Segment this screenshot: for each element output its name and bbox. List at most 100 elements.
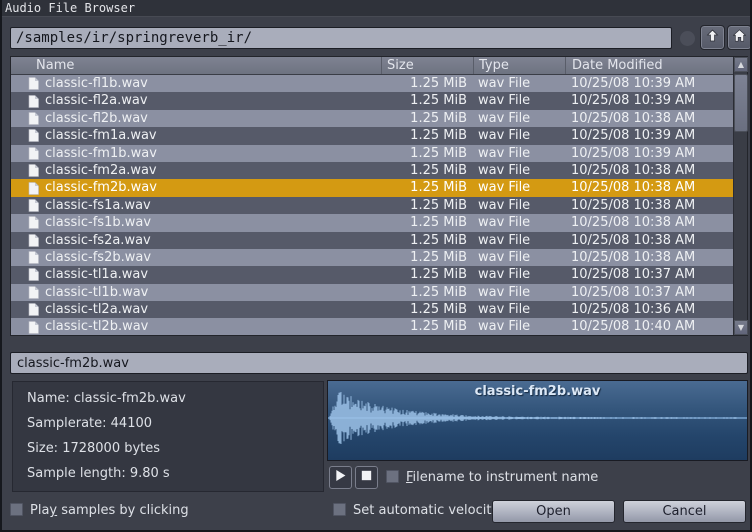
column-header-size[interactable]: Size <box>381 57 473 74</box>
window-title: Audio File Browser <box>2 0 750 17</box>
file-size-cell: 1.25 MiB <box>381 266 473 283</box>
file-name-cell: classic-fm1a.wav <box>11 127 381 144</box>
column-header-name[interactable]: Name <box>11 57 381 74</box>
table-row[interactable]: classic-fm1a.wav1.25 MiBwav File10/25/08… <box>11 127 733 144</box>
file-date-cell: 10/25/08 10:40 AM <box>565 318 733 335</box>
file-icon <box>28 303 39 316</box>
table-row[interactable]: classic-fm2a.wav1.25 MiBwav File10/25/08… <box>11 162 733 179</box>
file-name-cell: classic-tl2a.wav <box>11 301 381 318</box>
file-type-cell: wav File <box>473 145 565 162</box>
table-row[interactable]: classic-fl2a.wav1.25 MiBwav File10/25/08… <box>11 92 733 109</box>
play-samples-checkbox[interactable] <box>10 503 23 516</box>
audio-file-browser-window: Audio File Browser Name Size Type Date M… <box>0 0 752 532</box>
file-date-cell: 10/25/08 10:37 AM <box>565 266 733 283</box>
file-name-cell: classic-fs1b.wav <box>11 214 381 231</box>
info-samplerate: Samplerate: 44100 <box>13 407 323 432</box>
home-button[interactable] <box>728 26 751 49</box>
checkbox-label: Set automatic velocity <box>353 503 499 518</box>
file-date-cell: 10/25/08 10:39 AM <box>565 145 733 162</box>
waveform-preview: classic-fm2b.wav <box>327 380 748 461</box>
table-row[interactable]: classic-fm1b.wav1.25 MiBwav File10/25/08… <box>11 145 733 162</box>
file-name-cell: classic-fs2b.wav <box>11 249 381 266</box>
table-row[interactable]: classic-tl2b.wav1.25 MiBwav File10/25/08… <box>11 318 733 335</box>
file-size-cell: 1.25 MiB <box>381 179 473 196</box>
file-date-cell: 10/25/08 10:39 AM <box>565 127 733 144</box>
file-type-cell: wav File <box>473 266 565 283</box>
file-icon <box>28 251 39 264</box>
home-icon <box>733 29 746 46</box>
file-icon <box>28 268 39 281</box>
waveform-title: classic-fm2b.wav <box>328 384 747 399</box>
play-samples-row: Play samples by clicking <box>10 503 189 518</box>
file-date-cell: 10/25/08 10:38 AM <box>565 214 733 231</box>
play-button[interactable] <box>329 466 352 489</box>
file-icon <box>28 286 39 299</box>
file-icon <box>28 164 39 177</box>
file-name-cell: classic-fm1b.wav <box>11 145 381 162</box>
file-type-cell: wav File <box>473 197 565 214</box>
table-row[interactable]: classic-fs2b.wav1.25 MiBwav File10/25/08… <box>11 249 733 266</box>
file-icon <box>28 216 39 229</box>
file-type-cell: wav File <box>473 127 565 144</box>
scrollbar-up-icon: ▲ <box>738 61 744 69</box>
file-date-cell: 10/25/08 10:39 AM <box>565 75 733 92</box>
file-date-cell: 10/25/08 10:38 AM <box>565 249 733 266</box>
file-size-cell: 1.25 MiB <box>381 162 473 179</box>
file-size-cell: 1.25 MiB <box>381 75 473 92</box>
column-header-date-modified[interactable]: Date Modified <box>565 57 747 74</box>
file-icon <box>28 321 39 334</box>
file-type-cell: wav File <box>473 162 565 179</box>
auto-velocity-checkbox[interactable] <box>333 503 346 516</box>
table-row[interactable]: classic-tl1b.wav1.25 MiBwav File10/25/08… <box>11 284 733 301</box>
table-row[interactable]: classic-tl2a.wav1.25 MiBwav File10/25/08… <box>11 301 733 318</box>
file-size-cell: 1.25 MiB <box>381 301 473 318</box>
filename-input[interactable] <box>10 352 748 374</box>
file-name-cell: classic-fl2b.wav <box>11 110 381 127</box>
checkbox-label: samples by clicking <box>57 503 189 518</box>
table-row[interactable]: classic-fs2a.wav1.25 MiBwav File10/25/08… <box>11 232 733 249</box>
file-size-cell: 1.25 MiB <box>381 110 473 127</box>
file-date-cell: 10/25/08 10:37 AM <box>565 284 733 301</box>
auto-velocity-row: Set automatic velocity <box>333 503 499 518</box>
table-row[interactable]: classic-fs1b.wav1.25 MiBwav File10/25/08… <box>11 214 733 231</box>
open-button[interactable]: Open <box>492 500 615 523</box>
table-row[interactable]: classic-tl1a.wav1.25 MiBwav File10/25/08… <box>11 266 733 283</box>
file-icon <box>28 77 39 90</box>
filename-to-instrument-checkbox[interactable] <box>386 470 399 483</box>
file-date-cell: 10/25/08 10:38 AM <box>565 179 733 196</box>
file-list: classic-fl1b.wav1.25 MiBwav File10/25/08… <box>11 75 733 335</box>
scrollbar-thumb[interactable] <box>734 74 748 132</box>
checkbox-label: Pla <box>30 503 49 518</box>
table-row[interactable]: classic-fs1a.wav1.25 MiBwav File10/25/08… <box>11 197 733 214</box>
scrollbar-up-button[interactable]: ▲ <box>734 57 748 72</box>
checkbox-label: ilename to instrument name <box>413 470 599 485</box>
file-size-cell: 1.25 MiB <box>381 232 473 249</box>
up-directory-button[interactable] <box>701 26 724 49</box>
file-name-cell: classic-fl2a.wav <box>11 92 381 109</box>
file-type-cell: wav File <box>473 92 565 109</box>
file-size-cell: 1.25 MiB <box>381 214 473 231</box>
vertical-scrollbar[interactable]: ▲ ▼ <box>733 57 747 335</box>
file-name-cell: classic-tl1a.wav <box>11 266 381 283</box>
file-name-cell: classic-fs2a.wav <box>11 232 381 249</box>
info-sample-length: Sample length: 9.80 s <box>13 457 323 482</box>
file-size-cell: 1.25 MiB <box>381 92 473 109</box>
file-icon <box>28 182 39 195</box>
file-date-cell: 10/25/08 10:38 AM <box>565 110 733 127</box>
file-type-cell: wav File <box>473 110 565 127</box>
path-input[interactable] <box>10 27 672 49</box>
stop-button[interactable] <box>355 466 378 489</box>
file-type-cell: wav File <box>473 232 565 249</box>
file-type-cell: wav File <box>473 75 565 92</box>
table-row[interactable]: classic-fl1b.wav1.25 MiBwav File10/25/08… <box>11 75 733 92</box>
file-type-cell: wav File <box>473 249 565 266</box>
cancel-button[interactable]: Cancel <box>623 500 746 523</box>
play-icon <box>334 469 347 486</box>
scrollbar-down-button[interactable]: ▼ <box>734 320 748 335</box>
column-header-type[interactable]: Type <box>473 57 565 74</box>
scrollbar-down-icon: ▼ <box>738 324 744 332</box>
file-type-cell: wav File <box>473 284 565 301</box>
info-name: Name: classic-fm2b.wav <box>13 382 323 407</box>
table-row[interactable]: classic-fm2b.wav1.25 MiBwav File10/25/08… <box>11 179 733 196</box>
table-row[interactable]: classic-fl2b.wav1.25 MiBwav File10/25/08… <box>11 110 733 127</box>
